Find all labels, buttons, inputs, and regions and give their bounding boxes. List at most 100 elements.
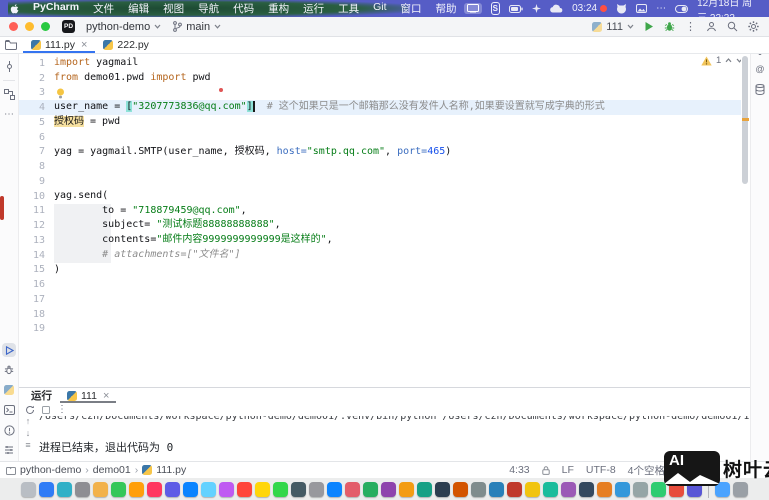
- dock-icon-32[interactable]: [597, 482, 612, 497]
- dock-icon-30[interactable]: [561, 482, 576, 497]
- vcs-branch-widget[interactable]: main: [167, 21, 227, 33]
- tab-111.py[interactable]: 111.py×: [23, 36, 95, 53]
- code-line-2[interactable]: 2from demo01.pwd import pwd: [19, 71, 741, 86]
- dock-icon-13[interactable]: [255, 482, 270, 497]
- chevron-down-icon[interactable]: [736, 58, 741, 63]
- apple-menu-icon[interactable]: [10, 3, 20, 15]
- code-line-6[interactable]: 6: [19, 130, 741, 145]
- menu-item-工具[interactable]: 工具: [331, 1, 366, 16]
- dock-icon-27[interactable]: [507, 482, 522, 497]
- tab-222.py[interactable]: 222.py: [95, 36, 157, 53]
- dock-icon-18[interactable]: [345, 482, 360, 497]
- structure-tool-button[interactable]: [2, 87, 16, 101]
- dock-icon-25[interactable]: [471, 482, 486, 497]
- dock-icon-14[interactable]: [273, 482, 288, 497]
- code-line-4[interactable]: 4user_name = ["3207773836@qq.com"] # 这个如…: [19, 100, 741, 115]
- code-line-9[interactable]: 9: [19, 174, 741, 189]
- code-line-7[interactable]: 7yag = yagmail.SMTP(user_name, 授权码, host…: [19, 145, 741, 160]
- dock-icon-26[interactable]: [489, 482, 504, 497]
- editor-scrollbar[interactable]: [742, 56, 749, 384]
- dock-icon-3[interactable]: [75, 482, 90, 497]
- dock-icon-29[interactable]: [543, 482, 558, 497]
- close-tab-icon[interactable]: ×: [81, 39, 87, 51]
- dock-icon-6[interactable]: [129, 482, 144, 497]
- dock-icon-5[interactable]: [111, 482, 126, 497]
- close-run-tab-icon[interactable]: ×: [103, 390, 109, 402]
- dock-icon-8[interactable]: [165, 482, 180, 497]
- menu-item-重构[interactable]: 重构: [261, 1, 296, 16]
- indent-style[interactable]: 4个空格: [628, 463, 665, 478]
- python-console-button[interactable]: [2, 383, 16, 397]
- dock-icon-15[interactable]: [291, 482, 306, 497]
- dock-icon-24[interactable]: [453, 482, 468, 497]
- s-app-icon[interactable]: S: [491, 2, 501, 15]
- code-line-19[interactable]: 19: [19, 322, 741, 337]
- code-line-18[interactable]: 18: [19, 307, 741, 322]
- run-tool-window-button[interactable]: [2, 343, 16, 357]
- dock-icon-7[interactable]: [147, 482, 162, 497]
- debug-tool-window-button[interactable]: [2, 363, 16, 377]
- dock-icon-9[interactable]: [183, 482, 198, 497]
- more-menu-icon[interactable]: ⋯: [656, 3, 666, 14]
- run-more-options-button[interactable]: ⋮: [57, 404, 67, 415]
- battery-icon[interactable]: [509, 5, 523, 13]
- database-tool-button[interactable]: [753, 82, 767, 96]
- problems-tool-button[interactable]: [2, 423, 16, 437]
- lightbulb-icon[interactable]: [56, 88, 741, 100]
- code-line-15[interactable]: 15): [19, 263, 741, 278]
- code-editor[interactable]: 1import yagmail2from demo01.pwd import p…: [19, 53, 741, 387]
- screen-mirroring-icon[interactable]: [464, 3, 482, 14]
- zoom-window-button[interactable]: [41, 22, 50, 31]
- run-console[interactable]: /Users/czh/Documents/workspace/python-de…: [39, 416, 763, 462]
- run-panel-title[interactable]: 运行: [25, 388, 58, 403]
- breadcrumb-item-111.py[interactable]: 111.py: [156, 464, 186, 476]
- scroll-down-button[interactable]: ↓: [26, 428, 31, 438]
- code-line-11[interactable]: 11 to = "718879459@qq.com",: [19, 204, 741, 219]
- cat-app-icon[interactable]: [616, 4, 627, 14]
- menu-item-编辑[interactable]: 编辑: [121, 1, 156, 16]
- switch-control-icon[interactable]: [675, 5, 688, 13]
- dock-icon-1[interactable]: [39, 482, 54, 497]
- terminal-tool-button[interactable]: [2, 403, 16, 417]
- chevron-up-icon[interactable]: [725, 58, 732, 63]
- run-tab-111[interactable]: 111 ×: [60, 388, 116, 403]
- dock-icon-17[interactable]: [327, 482, 342, 497]
- cloud-icon[interactable]: [550, 4, 563, 13]
- recording-indicator[interactable]: 03:24: [572, 3, 607, 14]
- dock-icon-10[interactable]: [201, 482, 216, 497]
- project-icon[interactable]: PD: [62, 20, 75, 33]
- inspections-widget[interactable]: 1: [701, 55, 741, 66]
- code-line-12[interactable]: 12 subject= "测试标题88888888888",: [19, 218, 741, 233]
- code-line-16[interactable]: 16: [19, 277, 741, 292]
- dock-icon-16[interactable]: [309, 482, 324, 497]
- dock-icon-31[interactable]: [579, 482, 594, 497]
- cursor-position[interactable]: 4:33: [509, 464, 529, 476]
- dock-icon-20[interactable]: [381, 482, 396, 497]
- commit-tool-button[interactable]: [2, 59, 16, 73]
- menu-item-导航[interactable]: 导航: [191, 1, 226, 16]
- photos-app-icon[interactable]: [636, 4, 647, 13]
- menubar-datetime[interactable]: 12月18日 周三 22:32: [697, 0, 761, 24]
- menu-item-文件[interactable]: 文件: [86, 1, 121, 16]
- menu-item-帮助[interactable]: 帮助: [429, 1, 464, 16]
- code-line-10[interactable]: 10yag.send(: [19, 189, 741, 204]
- breadcrumb-item-python-demo[interactable]: python-demo: [20, 464, 81, 476]
- code-line-8[interactable]: 8: [19, 159, 741, 174]
- close-window-button[interactable]: [9, 22, 18, 31]
- dock-icon-12[interactable]: [237, 482, 252, 497]
- menu-item-视图[interactable]: 视图: [156, 1, 191, 16]
- menu-item-PyCharm[interactable]: PyCharm: [26, 1, 86, 16]
- dock-icon-28[interactable]: [525, 482, 540, 497]
- dock-icon-34[interactable]: [633, 482, 648, 497]
- project-widget[interactable]: python-demo: [80, 21, 167, 33]
- dock-icon-11[interactable]: [219, 482, 234, 497]
- code-line-17[interactable]: 17: [19, 292, 741, 307]
- ai-assistant-button[interactable]: @: [753, 62, 767, 76]
- minimize-window-button[interactable]: [25, 22, 34, 31]
- services-tool-button[interactable]: [2, 443, 16, 457]
- menu-item-Git[interactable]: Git: [366, 1, 393, 16]
- scroll-up-button[interactable]: ↑: [26, 416, 31, 426]
- code-line-3[interactable]: 3: [19, 86, 741, 101]
- stop-button[interactable]: [42, 406, 50, 414]
- file-encoding[interactable]: UTF-8: [586, 464, 616, 476]
